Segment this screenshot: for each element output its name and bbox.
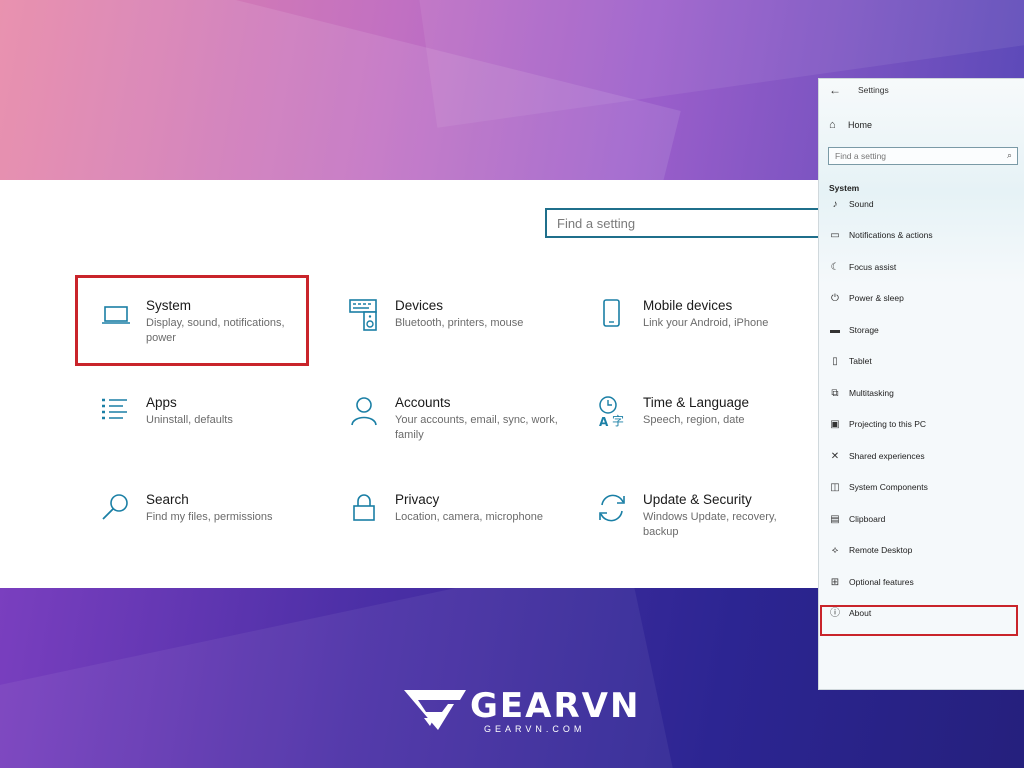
multitasking-icon: ⧉ <box>831 388 839 399</box>
nav-item-label: Focus assist <box>849 262 897 272</box>
refresh-icon <box>597 492 631 526</box>
search-input[interactable]: Find a setting <box>545 208 835 238</box>
category-apps[interactable]: Apps Uninstall, defaults <box>100 395 330 465</box>
moon-icon: ☾ <box>830 262 840 273</box>
shared-icon: ✕ <box>830 451 840 462</box>
home-icon: ⌂ <box>829 119 836 131</box>
nav-item-label: System Components <box>849 482 928 492</box>
category-desc: Find my files, permissions <box>146 511 273 523</box>
nav-item-sound[interactable]: ♪ Sound <box>819 201 1024 221</box>
power-icon: ⏻ <box>831 293 839 304</box>
home-label: Home <box>848 120 873 130</box>
panel-title: Settings <box>858 85 889 95</box>
nav-item-label: Shared experiences <box>849 451 925 461</box>
nav-item-label: Optional features <box>849 577 914 587</box>
category-accounts[interactable]: Accounts Your accounts, email, sync, wor… <box>349 395 579 465</box>
category-title: Search <box>146 492 189 507</box>
category-desc: Your accounts, email, sync, work, family <box>395 414 558 441</box>
features-icon: ⊞ <box>830 577 840 588</box>
search-icon <box>100 492 134 526</box>
search-placeholder: Find a setting <box>557 216 636 231</box>
nav-item-clipboard[interactable]: ▤ Clipboard <box>819 506 1024 536</box>
nav-item-remote-desktop[interactable]: ⟡ Remote Desktop <box>819 537 1024 567</box>
storage-icon: ▬ <box>830 325 840 336</box>
category-desc: Windows Update, recovery, backup <box>643 511 777 538</box>
phone-icon <box>597 298 631 332</box>
settings-side-panel: ← Settings ⌂ Home Find a setting ⌕ System… <box>818 78 1024 690</box>
nav-item-notifications[interactable]: ▭ Notifications & actions <box>819 222 1024 252</box>
svg-text:字: 字 <box>612 413 624 428</box>
person-icon <box>349 395 383 429</box>
tablet-icon: ▯ <box>832 356 838 367</box>
category-update-security[interactable]: Update & Security Windows Update, recove… <box>597 492 827 562</box>
remote-icon: ⟡ <box>831 545 839 556</box>
category-desc: Location, camera, microphone <box>395 511 543 523</box>
projecting-icon: ▣ <box>830 419 840 430</box>
nav-item-label: Storage <box>849 325 879 335</box>
svg-text:A: A <box>599 415 609 429</box>
category-devices[interactable]: Devices Bluetooth, printers, mouse <box>349 298 579 368</box>
category-title: Privacy <box>395 492 440 507</box>
category-desc: Speech, region, date <box>643 414 745 426</box>
nav-item-label: Projecting to this PC <box>849 419 927 429</box>
nav-item-system-components[interactable]: ◫ System Components <box>819 474 1024 504</box>
category-desc: Bluetooth, printers, mouse <box>395 317 524 329</box>
time-language-icon: A字 <box>597 395 631 429</box>
apps-list-icon <box>100 395 134 429</box>
section-heading: System <box>829 183 860 193</box>
nav-item-label: Remote Desktop <box>849 545 913 555</box>
category-desc: Link your Android, iPhone <box>643 317 769 329</box>
back-arrow-icon[interactable]: ← <box>829 83 841 97</box>
panel-nav-list: ♪ Sound ▭ Notifications & actions ☾ Focu… <box>819 201 1024 631</box>
nav-item-label: Sound <box>849 201 874 209</box>
components-icon: ◫ <box>830 482 840 493</box>
category-title: Mobile devices <box>643 298 733 313</box>
category-title: Devices <box>395 298 444 313</box>
gearvn-logo: GEARVN GEARVN.COM <box>404 684 638 740</box>
panel-search-placeholder: Find a setting <box>835 151 887 161</box>
category-title: Update & Security <box>643 492 752 507</box>
home-link[interactable]: ⌂ Home <box>829 119 872 131</box>
panel-search-input[interactable]: Find a setting ⌕ <box>828 147 1018 165</box>
about-highlight-box <box>820 605 1018 636</box>
category-mobile-devices[interactable]: Mobile devices Link your Android, iPhone <box>597 298 827 368</box>
category-title: Time & Language <box>643 395 750 410</box>
nav-item-projecting[interactable]: ▣ Projecting to this PC <box>819 411 1024 441</box>
nav-item-tablet[interactable]: ▯ Tablet <box>819 348 1024 378</box>
magnifier-icon: ⌕ <box>1006 150 1012 160</box>
nav-item-storage[interactable]: ▬ Storage <box>819 317 1024 347</box>
nav-item-shared-experiences[interactable]: ✕ Shared experiences <box>819 443 1024 473</box>
nav-item-optional-features[interactable]: ⊞ Optional features <box>819 569 1024 599</box>
category-title: Apps <box>146 395 177 410</box>
clipboard-icon: ▤ <box>830 514 840 525</box>
category-privacy[interactable]: Privacy Location, camera, microphone <box>349 492 579 562</box>
settings-main-window: Find a setting System Display, sound, no… <box>0 180 835 588</box>
speaker-icon: ♪ <box>832 201 838 210</box>
nav-item-multitasking[interactable]: ⧉ Multitasking <box>819 380 1024 410</box>
lock-icon <box>349 492 383 526</box>
notification-icon: ▭ <box>830 230 840 241</box>
nav-item-label: Multitasking <box>849 388 894 398</box>
system-highlight-box <box>75 275 309 366</box>
nav-item-label: Clipboard <box>849 514 886 524</box>
nav-item-label: Tablet <box>849 356 872 366</box>
logo-wordmark: GEARVN <box>470 686 641 726</box>
nav-item-label: Notifications & actions <box>849 230 933 240</box>
gearvn-logo-mark <box>404 690 466 730</box>
nav-item-label: Power & sleep <box>849 293 904 303</box>
keyboard-speaker-icon <box>349 298 383 332</box>
category-search[interactable]: Search Find my files, permissions <box>100 492 330 562</box>
nav-item-focus-assist[interactable]: ☾ Focus assist <box>819 254 1024 284</box>
category-title: Accounts <box>395 395 451 410</box>
category-time-language[interactable]: A字 Time & Language Speech, region, date <box>597 395 827 465</box>
category-desc: Uninstall, defaults <box>146 414 233 426</box>
logo-subtext: GEARVN.COM <box>484 724 586 734</box>
nav-item-power-sleep[interactable]: ⏻ Power & sleep <box>819 285 1024 315</box>
